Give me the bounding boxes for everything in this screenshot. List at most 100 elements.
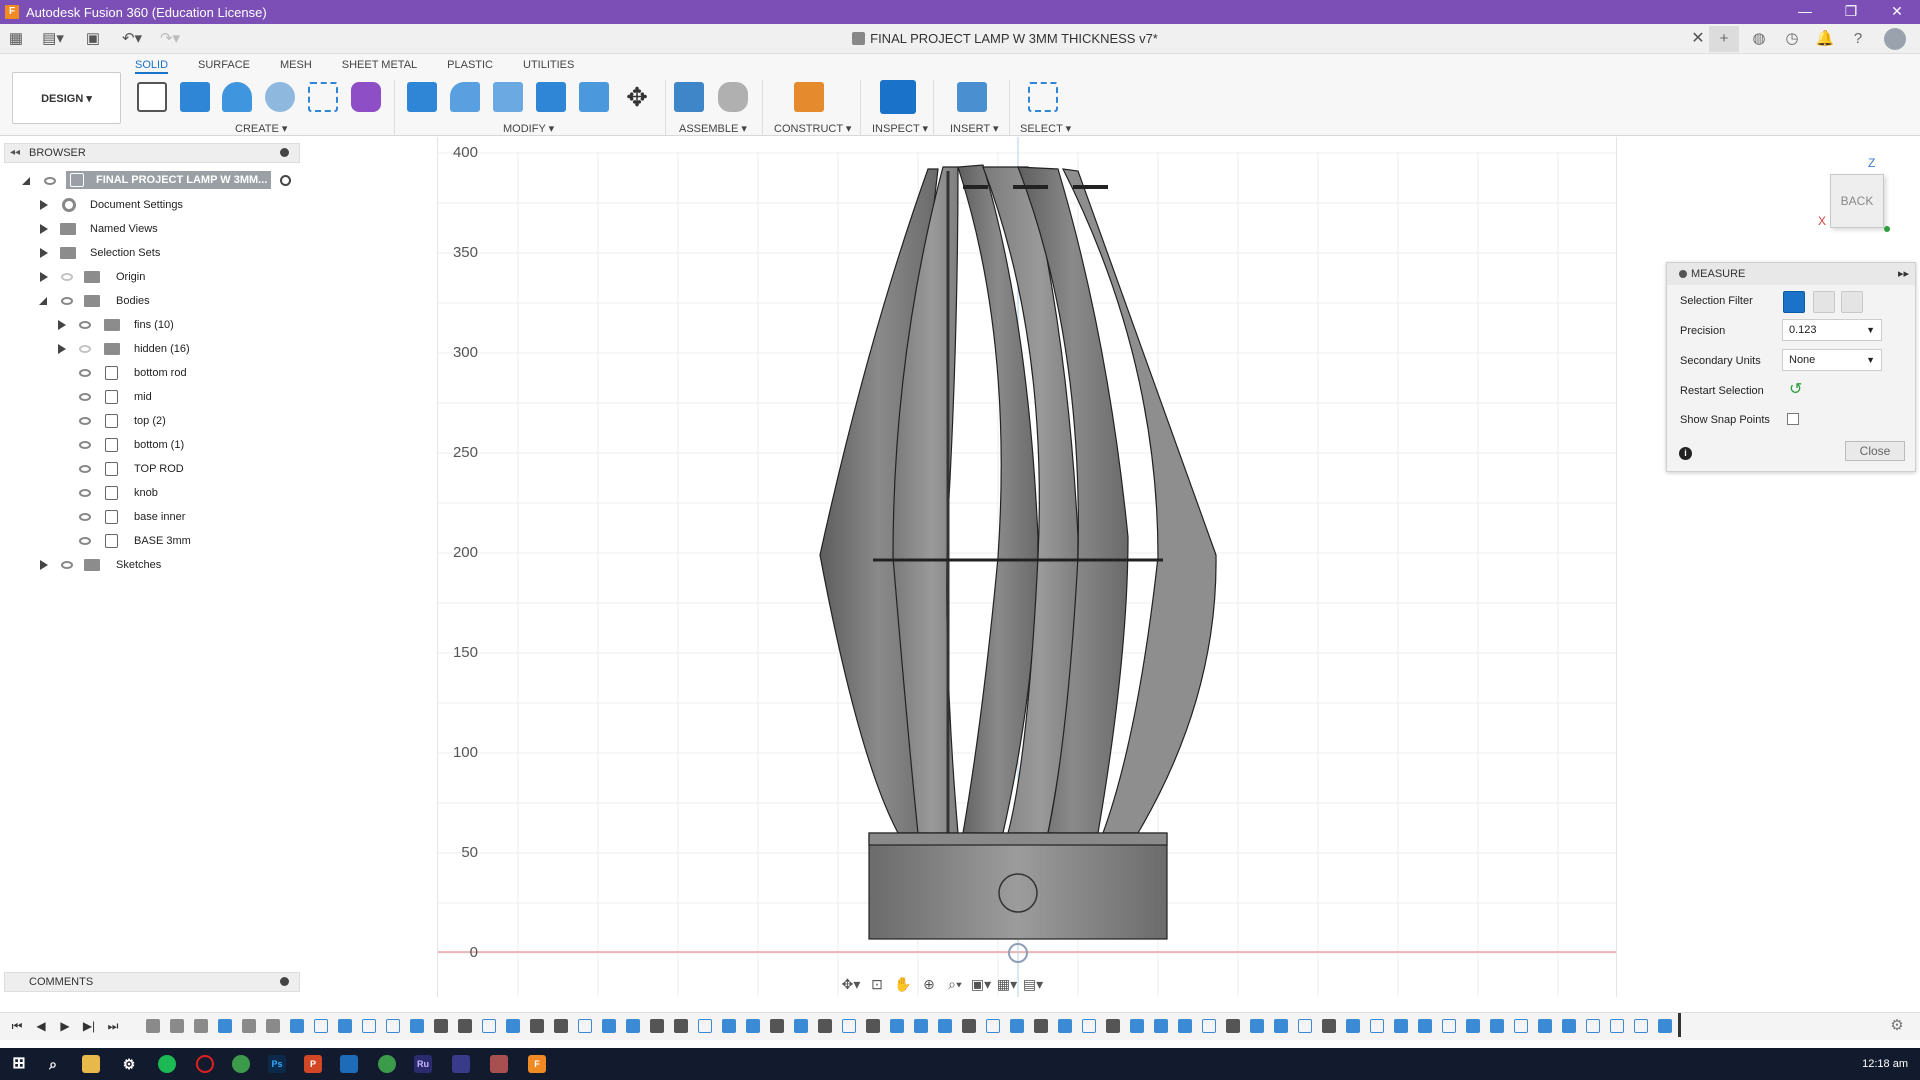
timeline-feature[interactable] (1226, 1019, 1240, 1033)
info-icon[interactable]: i (1679, 447, 1692, 460)
timeline-feature[interactable] (1034, 1019, 1048, 1033)
create-form-icon[interactable] (351, 82, 381, 112)
timeline-feature[interactable] (1490, 1019, 1504, 1033)
lamp-model[interactable] (819, 164, 1217, 834)
timeline-feature[interactable] (1658, 1019, 1672, 1033)
select-icon[interactable] (1028, 82, 1058, 112)
file-explorer-icon[interactable] (82, 1055, 100, 1073)
timeline-end-icon[interactable]: ⏭ (104, 1017, 122, 1035)
timeline-feature[interactable] (770, 1019, 784, 1033)
workspace-switcher-button[interactable]: DESIGN ▾ (12, 72, 121, 124)
spotify-icon[interactable] (158, 1055, 176, 1073)
lamp-base[interactable] (868, 832, 1168, 940)
timeline-feature[interactable] (1130, 1019, 1144, 1033)
new-tab-button[interactable]: + (1709, 26, 1739, 52)
add-comment-icon[interactable] (280, 977, 289, 986)
visibility-eye-icon[interactable] (61, 297, 73, 305)
timeline-feature[interactable] (1634, 1019, 1648, 1033)
secondary-units-select[interactable]: None ▼ (1782, 349, 1882, 371)
minimize-panel-icon[interactable] (1679, 270, 1687, 278)
opera-icon[interactable] (196, 1055, 214, 1073)
timeline-feature[interactable] (1082, 1019, 1096, 1033)
timeline-feature[interactable] (434, 1019, 448, 1033)
precision-select[interactable]: 0.123 ▼ (1782, 319, 1882, 341)
timeline-feature[interactable] (746, 1019, 760, 1033)
tree-item-document-settings[interactable]: Document Settings (36, 195, 256, 215)
timeline-feature[interactable] (1322, 1019, 1336, 1033)
select-menu[interactable]: SELECT ▾ (1020, 122, 1071, 135)
measure-header[interactable]: MEASURE ▸▸ (1667, 263, 1915, 285)
app-icon[interactable] (340, 1055, 358, 1073)
visibility-eye-icon[interactable] (79, 537, 91, 545)
timeline-feature[interactable] (794, 1019, 808, 1033)
visibility-eye-icon[interactable] (44, 177, 56, 185)
file-menu-icon[interactable]: ▤▾ (38, 28, 68, 50)
timeline-feature[interactable] (722, 1019, 736, 1033)
hidden-eye-icon[interactable] (79, 345, 91, 353)
press-pull-icon[interactable] (407, 82, 437, 112)
app-icon[interactable] (490, 1055, 508, 1073)
view-cube[interactable]: BACK (1830, 174, 1884, 228)
timeline-feature[interactable] (674, 1019, 688, 1033)
tree-item-bottom-rod[interactable]: bottom rod (54, 363, 254, 383)
timeline-feature[interactable] (482, 1019, 496, 1033)
extensions-icon[interactable]: ◍ (1747, 28, 1771, 50)
tree-item-selection-sets[interactable]: Selection Sets (36, 243, 256, 263)
save-icon[interactable]: ▣ (82, 28, 104, 50)
tab-plastic[interactable]: PLASTIC (447, 58, 493, 74)
timeline-feature[interactable] (146, 1019, 160, 1033)
tab-sheet-metal[interactable]: SHEET METAL (342, 58, 417, 74)
create-menu[interactable]: CREATE ▾ (235, 122, 287, 135)
timeline-next-icon[interactable]: ▶| (80, 1017, 98, 1035)
hole-icon[interactable] (265, 82, 295, 112)
create-sketch-icon[interactable] (137, 82, 167, 112)
timeline-feature[interactable] (818, 1019, 832, 1033)
zoom-icon[interactable]: ⊕ (918, 975, 940, 993)
tree-item-named-views[interactable]: Named Views (36, 219, 256, 239)
restore-button[interactable]: ❐ (1828, 0, 1874, 24)
expand-triangle-icon[interactable] (40, 248, 48, 258)
select-face-filter-icon[interactable] (1783, 291, 1805, 313)
timeline-feature[interactable] (842, 1019, 856, 1033)
data-panel-grid-icon[interactable]: ▦ (6, 28, 26, 50)
tree-item-base-3mm[interactable]: BASE 3mm (54, 531, 254, 551)
pan-icon[interactable]: ✋ (892, 975, 914, 993)
viewports-icon[interactable]: ▤▾ (1022, 975, 1044, 993)
timeline-feature[interactable] (362, 1019, 376, 1033)
construct-menu[interactable]: CONSTRUCT ▾ (774, 122, 851, 135)
timeline-feature[interactable] (530, 1019, 544, 1033)
inspect-menu[interactable]: INSPECT ▾ (872, 122, 928, 135)
restart-selection-icon[interactable]: ↺ (1789, 379, 1802, 399)
revolve-icon[interactable] (222, 82, 252, 112)
timeline-settings-gear-icon[interactable]: ⚙ (1888, 1017, 1906, 1035)
chrome-profile-icon[interactable] (378, 1055, 396, 1073)
fillet-icon[interactable] (450, 82, 480, 112)
tab-utilities[interactable]: UTILITIES (523, 58, 574, 74)
combine-icon[interactable] (579, 82, 609, 112)
tree-root-document[interactable]: FINAL PROJECT LAMP W 3MM... (66, 171, 271, 189)
look-at-icon[interactable]: ⊡ (866, 975, 888, 993)
modify-menu[interactable]: MODIFY ▾ (503, 122, 554, 135)
extrude-icon[interactable] (180, 82, 210, 112)
tab-surface[interactable]: SURFACE (198, 58, 250, 74)
timeline-feature[interactable] (1010, 1019, 1024, 1033)
timeline-feature[interactable] (1274, 1019, 1288, 1033)
timeline-feature[interactable] (458, 1019, 472, 1033)
expand-triangle-icon[interactable] (58, 320, 66, 330)
timeline-start-icon[interactable]: ⏮ (8, 1017, 26, 1035)
tree-item-mid[interactable]: mid (54, 387, 254, 407)
timeline-feature[interactable] (386, 1019, 400, 1033)
tree-item-base-inner[interactable]: base inner (54, 507, 254, 527)
timeline-feature[interactable] (890, 1019, 904, 1033)
design-canvas[interactable]: 400 350 300 250 200 150 100 50 0 (437, 137, 1617, 997)
notifications-icon[interactable]: 🔔 (1813, 28, 1837, 50)
timeline-feature[interactable] (1370, 1019, 1384, 1033)
timeline-feature[interactable] (554, 1019, 568, 1033)
tree-item-knob[interactable]: knob (54, 483, 254, 503)
timeline-feature[interactable] (338, 1019, 352, 1033)
close-tab-icon[interactable]: ✕ (1688, 28, 1708, 50)
search-icon[interactable]: ⌕ (44, 1055, 62, 1073)
undo-icon[interactable]: ↶▾ (117, 28, 147, 50)
timeline-feature[interactable] (698, 1019, 712, 1033)
expand-triangle-icon[interactable] (40, 272, 48, 282)
